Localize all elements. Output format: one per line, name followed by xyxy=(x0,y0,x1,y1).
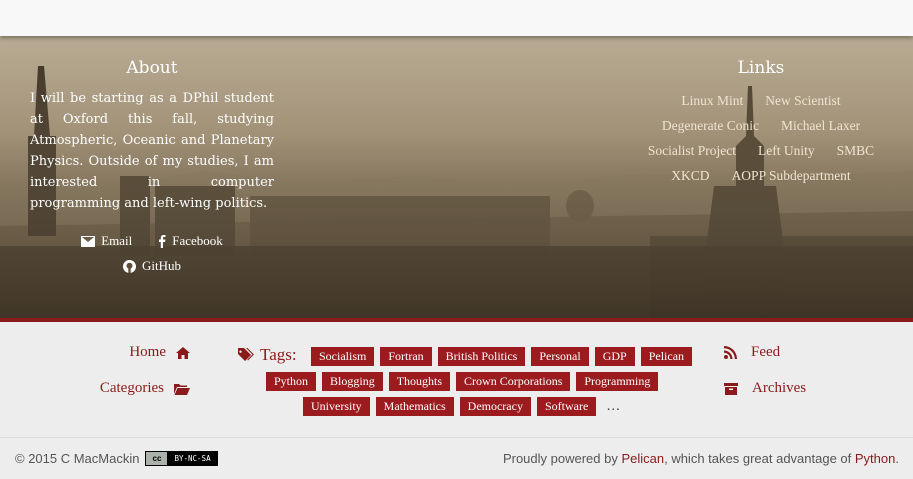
home-icon xyxy=(176,346,190,359)
about-title: About xyxy=(126,58,178,78)
tag-blogging[interactable]: Blogging xyxy=(322,372,383,391)
powered-prefix: Proudly powered by xyxy=(502,451,622,466)
links-row: Degenerate Conic Michael Laxer xyxy=(610,113,912,138)
tags-row-2: Python Blogging Thoughts Crown Corporati… xyxy=(266,372,659,391)
about-text: I will be starting as a DPhil student at… xyxy=(30,91,274,211)
link-degenerate-conic[interactable]: Degenerate Conic xyxy=(662,118,759,133)
tag-programming[interactable]: Programming xyxy=(576,372,659,391)
tag-thoughts[interactable]: Thoughts xyxy=(388,372,451,391)
links-row: Socialist Project Left Unity SMBC xyxy=(610,138,912,163)
rss-icon xyxy=(724,346,737,359)
archives-label: Archives xyxy=(752,380,807,396)
tags-label: Tags: xyxy=(260,345,297,364)
feed-link[interactable]: Feed xyxy=(724,344,780,361)
tag-personal[interactable]: Personal xyxy=(531,347,589,366)
tags-row-3: University Mathematics Democracy Softwar… xyxy=(303,397,620,416)
hero-divider xyxy=(0,318,913,322)
links-row: Linux Mint New Scientist xyxy=(610,88,912,113)
link-socialist-project[interactable]: Socialist Project xyxy=(648,143,736,158)
social-row-2: GitHub xyxy=(30,258,274,274)
link-xkcd[interactable]: XKCD xyxy=(671,168,709,183)
github-link[interactable]: GitHub xyxy=(123,258,181,274)
python-link[interactable]: Python xyxy=(855,451,895,466)
tag-fortran[interactable]: Fortran xyxy=(380,347,432,366)
tags-heading: Tags: xyxy=(238,345,297,365)
powered-middle: , which takes great advantage of xyxy=(664,451,855,466)
github-label: GitHub xyxy=(142,258,181,273)
pelican-link[interactable]: Pelican xyxy=(621,451,664,466)
tag-democracy[interactable]: Democracy xyxy=(459,397,531,416)
feed-label: Feed xyxy=(751,344,781,360)
email-label: Email xyxy=(101,233,133,248)
top-navbar xyxy=(0,0,913,36)
facebook-label: Facebook xyxy=(172,233,223,248)
link-aopp[interactable]: AOPP Subdepartment xyxy=(732,168,851,183)
social-row-1: Email Facebook xyxy=(30,233,274,249)
envelope-icon xyxy=(81,235,96,247)
copyright: © 2015 C MacMackin cc BY-NC-SA xyxy=(15,451,218,466)
link-smbc[interactable]: SMBC xyxy=(837,143,875,158)
categories-label: Categories xyxy=(99,380,164,396)
tag-python[interactable]: Python xyxy=(266,372,317,391)
cc-icon: cc xyxy=(146,452,169,465)
powered-by: Proudly powered by Pelican, which takes … xyxy=(503,451,899,466)
copyright-text: © 2015 C MacMackin xyxy=(15,451,140,466)
folder-open-icon xyxy=(174,383,190,395)
tags-row-1: Socialism Fortran British Politics Perso… xyxy=(311,347,693,366)
link-linux-mint[interactable]: Linux Mint xyxy=(681,93,743,108)
email-link[interactable]: Email xyxy=(81,233,132,249)
archives-link[interactable]: Archives xyxy=(724,380,806,397)
tag-software[interactable]: Software xyxy=(536,397,597,416)
more-tags-ellipsis[interactable]: … xyxy=(606,399,620,415)
tag-mathematics[interactable]: Mathematics xyxy=(375,397,454,416)
links-row: XKCD AOPP Subdepartment xyxy=(610,163,912,188)
tag-crown-corporations[interactable]: Crown Corporations xyxy=(456,372,571,391)
facebook-icon xyxy=(159,234,166,248)
license-badge[interactable]: cc BY-NC-SA xyxy=(145,451,218,466)
archive-icon xyxy=(724,382,738,395)
about-section: About I will be starting as a DPhil stud… xyxy=(30,58,274,214)
powered-suffix: . xyxy=(895,451,899,466)
facebook-link[interactable]: Facebook xyxy=(158,233,223,249)
tags-icon xyxy=(238,348,254,361)
links-section: Links Linux Mint New Scientist Degenerate… xyxy=(610,58,912,188)
categories-link[interactable]: Categories xyxy=(0,380,190,397)
links-title: Links xyxy=(737,58,785,78)
tag-gdp[interactable]: GDP xyxy=(594,347,635,366)
home-link[interactable]: Home xyxy=(0,344,190,361)
github-icon xyxy=(123,259,136,273)
license-type: BY-NC-SA xyxy=(168,452,217,465)
link-michael-laxer[interactable]: Michael Laxer xyxy=(781,118,860,133)
home-label: Home xyxy=(129,344,166,360)
link-left-unity[interactable]: Left Unity xyxy=(758,143,815,158)
tag-socialism[interactable]: Socialism xyxy=(311,347,375,366)
tag-british-politics[interactable]: British Politics xyxy=(437,347,526,366)
tag-pelican[interactable]: Pelican xyxy=(640,347,693,366)
tag-university[interactable]: University xyxy=(303,397,370,416)
page-footer: © 2015 C MacMackin cc BY-NC-SA Proudly p… xyxy=(0,437,913,479)
link-new-scientist[interactable]: New Scientist xyxy=(765,93,840,108)
